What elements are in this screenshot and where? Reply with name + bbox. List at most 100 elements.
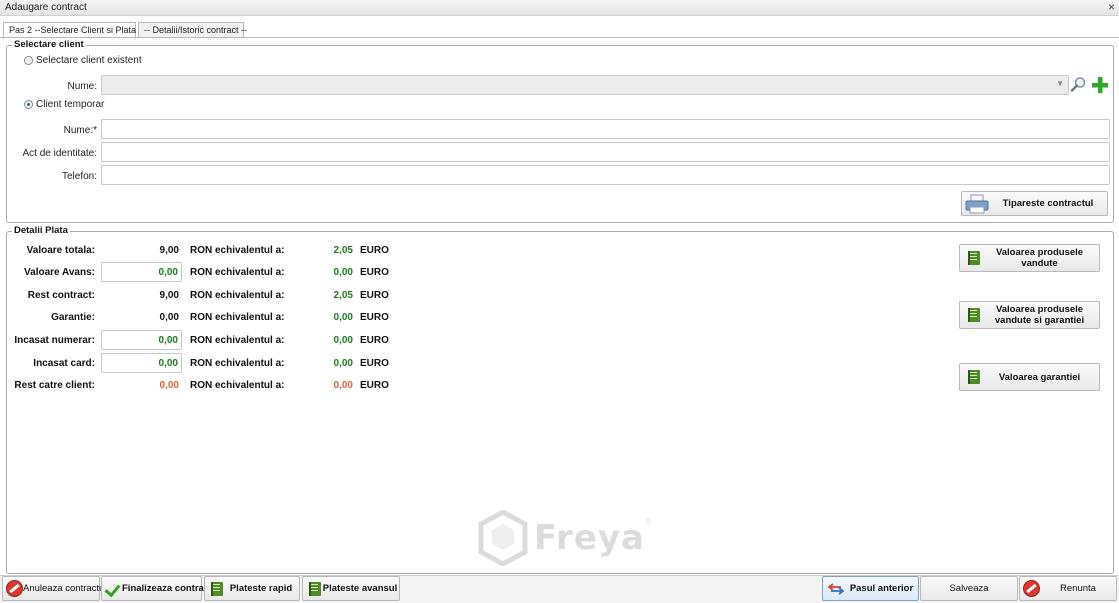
book-icon <box>309 581 321 596</box>
salveaza-button[interactable]: Salveaza <box>920 576 1018 601</box>
valoare-avans-unit: RON echivalentul a: <box>190 267 285 278</box>
tab-divider <box>0 37 1119 38</box>
temp-nume-field[interactable] <box>101 119 1110 139</box>
rest-contract-currency: EURO <box>360 290 389 301</box>
valoarea-produsele-vandute-label: Valoarea produsele vandute <box>980 247 1099 269</box>
garantie-label: Garantie: <box>51 312 95 323</box>
incasat-card-euro: 0,00 <box>333 358 353 369</box>
valoarea-garantiei-label: Valoarea garantiei <box>998 371 1081 383</box>
valoare-avans-label: Valoare Avans: <box>24 267 95 278</box>
plateste-rapid-button[interactable]: Plateste rapid <box>204 576 300 601</box>
cancel-icon <box>1023 580 1040 597</box>
garantie-ron: 0,00 <box>159 312 179 323</box>
telefon-field[interactable] <box>101 165 1110 185</box>
valoare-totala-unit: RON echivalentul a: <box>190 245 285 256</box>
book-icon <box>211 581 223 596</box>
pasul-anterior-label: Pasul anterior <box>849 583 914 594</box>
anuleaza-contractul-button[interactable]: Anuleaza contractul <box>2 576 106 601</box>
valoarea-produsele-vandute-button[interactable]: Valoarea produsele vandute <box>959 244 1100 272</box>
salveaza-label: Salveaza <box>949 583 989 594</box>
rest-catre-client-euro: 0,00 <box>333 380 353 391</box>
radio-temp-dot[interactable] <box>24 100 33 109</box>
valoare-avans-euro: 0,00 <box>333 267 353 278</box>
incasat-numerar-euro: 0,00 <box>333 335 353 346</box>
valoarea-produsele-garantiei-label: Valoarea produsele vandute si garantiei <box>980 304 1099 326</box>
rest-catre-client-ron: 0,00 <box>159 380 179 391</box>
plateste-avansul-button[interactable]: Plateste avansul <box>302 576 400 601</box>
search-icon <box>1070 77 1086 92</box>
radio-temp-client[interactable]: Client temporar <box>24 99 104 110</box>
side-button-line1: Valoarea produsele <box>995 247 1084 258</box>
temp-nume-label: Nume:* <box>63 125 97 136</box>
freya-watermark-logo: Freya ® <box>478 510 652 566</box>
client-select-combo[interactable]: ▼ <box>101 75 1069 95</box>
renunta-label: Renunta <box>1060 583 1096 594</box>
window-titlebar: Adaugare contract × <box>0 0 1119 16</box>
printer-icon <box>965 194 989 213</box>
search-client-button[interactable] <box>1069 75 1088 94</box>
close-icon[interactable]: × <box>1108 0 1115 14</box>
incasat-numerar-input[interactable]: 0,00 <box>101 330 182 350</box>
radio-existing-client[interactable]: Selectare client existent <box>24 55 142 66</box>
radio-temp-label: Client temporar <box>36 99 105 110</box>
incasat-card-input[interactable]: 0,00 <box>101 353 182 373</box>
add-client-button[interactable] <box>1090 75 1109 94</box>
radio-existing-dot[interactable] <box>24 56 33 65</box>
side-button-line2: vandute si garantiei <box>994 315 1085 326</box>
tab-detalii-istoric[interactable]: -- Detalii/Istoric contract -- <box>138 22 247 38</box>
incasat-numerar-unit: RON echivalentul a: <box>190 335 285 346</box>
book-icon <box>968 308 980 322</box>
pasul-anterior-button[interactable]: Pasul anterior <box>822 576 919 601</box>
rest-contract-euro: 2,05 <box>333 290 353 301</box>
garantie-euro: 0,00 <box>333 312 353 323</box>
act-identitate-field[interactable] <box>101 142 1110 162</box>
window-title: Adaugare contract <box>5 2 87 13</box>
rest-contract-label: Rest contract: <box>27 290 95 301</box>
plateste-rapid-label: Plateste rapid <box>229 583 293 594</box>
rest-contract-ron: 9,00 <box>159 290 179 301</box>
finalizeaza-contract-button[interactable]: Finalizeaza contract <box>101 576 212 601</box>
incasat-card-unit: RON echivalentul a: <box>190 358 285 369</box>
valoare-avans-currency: EURO <box>360 267 389 278</box>
incasat-numerar-label: Incasat numerar: <box>14 335 95 346</box>
registered-mark: ® <box>644 516 652 526</box>
cancel-icon <box>6 580 23 597</box>
rest-catre-client-currency: EURO <box>360 380 389 391</box>
book-icon <box>968 251 980 265</box>
valoare-totala-currency: EURO <box>360 245 389 256</box>
valoarea-produsele-garantiei-button[interactable]: Valoarea produsele vandute si garantiei <box>959 301 1100 329</box>
incasat-card-currency: EURO <box>360 358 389 369</box>
payment-group-legend: Detalii Plata <box>12 225 70 236</box>
client-group-legend: Selectare client <box>12 39 86 50</box>
rest-contract-unit: RON echivalentul a: <box>190 290 285 301</box>
book-icon <box>968 370 980 384</box>
valoare-avans-input[interactable]: 0,00 <box>101 262 182 282</box>
nume-label: Nume: <box>67 81 97 92</box>
print-contract-label: Tipareste contractul <box>1002 198 1094 209</box>
finalizeaza-contract-label: Finalizeaza contract <box>122 583 213 594</box>
swap-arrows-icon <box>827 582 845 595</box>
check-icon <box>105 580 122 597</box>
valoarea-garantiei-button[interactable]: Valoarea garantiei <box>959 363 1100 391</box>
valoare-totala-euro: 2,05 <box>333 245 353 256</box>
plateste-avansul-label: Plateste avansul <box>322 583 398 594</box>
anuleaza-contractul-label: Anuleaza contractul <box>23 583 107 594</box>
incasat-numerar-currency: EURO <box>360 335 389 346</box>
freya-hexagon-icon <box>478 510 528 566</box>
valoare-totala-label: Valoare totala: <box>26 245 95 256</box>
freya-watermark-text: Freya <box>534 518 645 558</box>
client-group: Selectare client Selectare client existe… <box>6 39 1114 223</box>
incasat-card-label: Incasat card: <box>33 358 95 369</box>
bottom-toolbar: Anuleaza contractul Finalizeaza contract… <box>0 575 1119 603</box>
side-button-line1: Valoarea produsele <box>995 304 1084 315</box>
plus-icon <box>1091 76 1108 93</box>
print-contract-button[interactable]: Tipareste contractul <box>961 191 1108 216</box>
side-button-line2: vandute <box>1021 258 1058 269</box>
rest-catre-client-label: Rest catre client: <box>14 380 95 391</box>
garantie-unit: RON echivalentul a: <box>190 312 285 323</box>
rest-catre-client-unit: RON echivalentul a: <box>190 380 285 391</box>
telefon-label: Telefon: <box>61 171 97 182</box>
chevron-down-icon[interactable]: ▼ <box>1056 79 1064 88</box>
act-identitate-label: Act de identitate: <box>22 148 98 159</box>
renunta-button[interactable]: Renunta <box>1019 576 1117 601</box>
